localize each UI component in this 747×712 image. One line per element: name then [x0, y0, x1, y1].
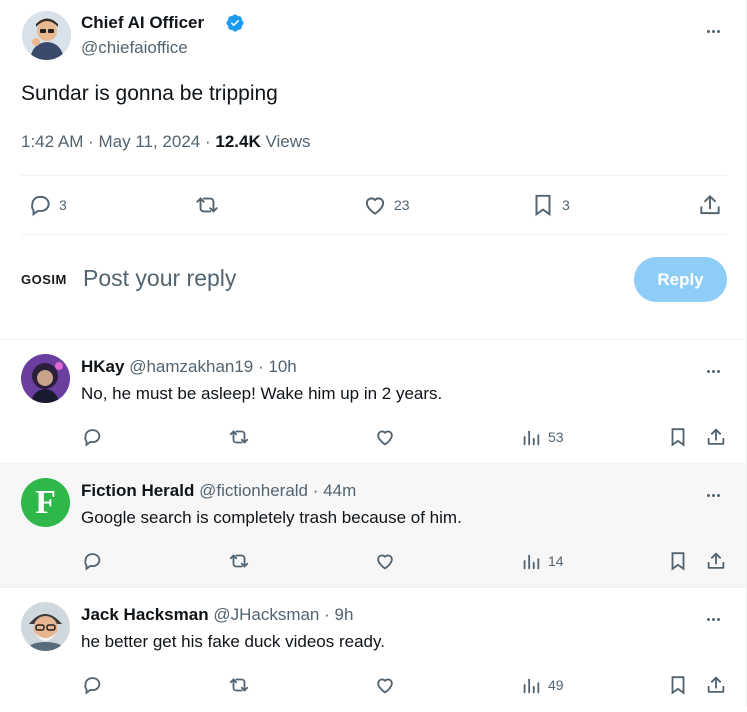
more-options-icon[interactable] — [707, 608, 729, 630]
reply-author-name[interactable]: Fiction Herald — [81, 481, 194, 500]
reply-header: Fiction Herald @fictionherald · 44m — [81, 481, 357, 500]
heart-icon — [374, 550, 396, 572]
bookmark-icon — [530, 192, 556, 218]
verified-badge-icon — [225, 13, 245, 33]
like-action[interactable] — [374, 550, 396, 572]
bookmark-icon — [667, 426, 689, 448]
more-options-icon[interactable] — [707, 484, 729, 506]
views-action[interactable]: 14 — [520, 550, 564, 572]
author-handle[interactable]: @chiefaioffice — [81, 38, 188, 58]
repost-icon — [227, 674, 251, 696]
share-icon — [705, 550, 727, 572]
tweet-text: Sundar is gonna be tripping — [21, 82, 278, 105]
repost-icon — [193, 192, 221, 218]
bookmark-action[interactable] — [667, 550, 689, 572]
analytics-icon — [520, 426, 542, 448]
heart-icon — [374, 426, 396, 448]
repost-action[interactable] — [227, 674, 251, 696]
reply-author-name[interactable]: HKay — [81, 357, 124, 376]
views-label: Views — [265, 132, 311, 151]
tweet-meta: 1:42 AM · May 11, 2024 · 12.4K Views — [21, 132, 311, 151]
tweet-date[interactable]: May 11, 2024 — [99, 132, 201, 151]
post-detail: Chief AI Officer @chiefaioffice Sundar i… — [0, 0, 747, 707]
analytics-icon — [520, 674, 542, 696]
repost-action[interactable] — [227, 550, 251, 572]
reply-input[interactable]: Post your reply — [83, 265, 236, 292]
reply-action[interactable]: 3 — [27, 192, 67, 218]
heart-icon — [374, 674, 396, 696]
reply-author-name[interactable]: Jack Hacksman — [81, 605, 209, 624]
views-action[interactable]: 53 — [520, 426, 564, 448]
reply-item[interactable]: HKay @hamzakhan19 · 10h No, he must be a… — [0, 340, 746, 464]
bookmark-icon — [667, 550, 689, 572]
heart-icon — [362, 192, 388, 218]
reply-text: No, he must be asleep! Wake him up in 2 … — [81, 384, 443, 403]
bookmark-action[interactable]: 3 — [530, 192, 570, 218]
reply-icon — [81, 426, 103, 448]
reply-item[interactable]: Jack Hacksman @JHacksman · 9h he better … — [0, 588, 746, 712]
tweet-time[interactable]: 1:42 AM — [21, 132, 83, 151]
views-count: 14 — [548, 553, 564, 569]
avatar-letter: F — [35, 483, 56, 521]
repost-action[interactable] — [193, 192, 221, 218]
like-action[interactable] — [374, 674, 396, 696]
brand-logo-text: GOSIM — [21, 272, 67, 287]
like-count: 23 — [394, 197, 410, 213]
reply-avatar[interactable]: F — [21, 478, 70, 527]
author-name[interactable]: Chief AI Officer — [81, 13, 204, 33]
bookmark-count: 3 — [562, 197, 570, 213]
share-action[interactable] — [705, 674, 727, 696]
share-action[interactable] — [697, 192, 723, 218]
repost-action[interactable] — [227, 426, 251, 448]
reply-icon — [81, 550, 103, 572]
more-options-icon[interactable] — [707, 360, 729, 382]
bookmark-icon — [667, 674, 689, 696]
reply-avatar[interactable] — [21, 602, 70, 651]
share-action[interactable] — [705, 550, 727, 572]
reply-header: Jack Hacksman @JHacksman · 9h — [81, 605, 354, 624]
like-action[interactable] — [374, 426, 396, 448]
views-count: 53 — [548, 429, 564, 445]
share-icon — [697, 192, 723, 218]
reply-time[interactable]: 44m — [323, 481, 356, 500]
analytics-icon — [520, 550, 542, 572]
reply-action[interactable] — [81, 426, 103, 448]
share-icon — [705, 426, 727, 448]
like-action[interactable]: 23 — [362, 192, 410, 218]
reply-action[interactable] — [81, 674, 103, 696]
reply-header: HKay @hamzakhan19 · 10h — [81, 357, 297, 376]
more-options-icon[interactable] — [707, 20, 729, 42]
reply-count: 3 — [59, 197, 67, 213]
repost-icon — [227, 426, 251, 448]
gosim-logo: GOSIM — [21, 272, 67, 287]
bookmark-action[interactable] — [667, 426, 689, 448]
reply-author-handle[interactable]: @JHacksman — [213, 605, 319, 624]
reply-action[interactable] — [81, 550, 103, 572]
reply-text: he better get his fake duck videos ready… — [81, 632, 385, 651]
reply-avatar[interactable] — [21, 354, 70, 403]
share-icon — [705, 674, 727, 696]
reply-icon — [81, 674, 103, 696]
views-count: 12.4K — [215, 132, 261, 151]
author-avatar[interactable] — [22, 11, 71, 60]
divider — [21, 175, 727, 176]
reply-text: Google search is completely trash becaus… — [81, 508, 462, 527]
reply-time[interactable]: 9h — [335, 605, 354, 624]
bookmark-action[interactable] — [667, 674, 689, 696]
views-action[interactable]: 49 — [520, 674, 564, 696]
reply-item[interactable]: F Fiction Herald @fictionherald · 44m Go… — [0, 464, 746, 588]
share-action[interactable] — [705, 426, 727, 448]
reply-time[interactable]: 10h — [268, 357, 296, 376]
reply-author-handle[interactable]: @fictionherald — [199, 481, 308, 500]
reply-icon — [27, 192, 53, 218]
repost-icon — [227, 550, 251, 572]
reply-author-handle[interactable]: @hamzakhan19 — [129, 357, 253, 376]
views-count: 49 — [548, 677, 564, 693]
reply-button[interactable]: Reply — [634, 257, 727, 302]
divider — [21, 234, 727, 235]
